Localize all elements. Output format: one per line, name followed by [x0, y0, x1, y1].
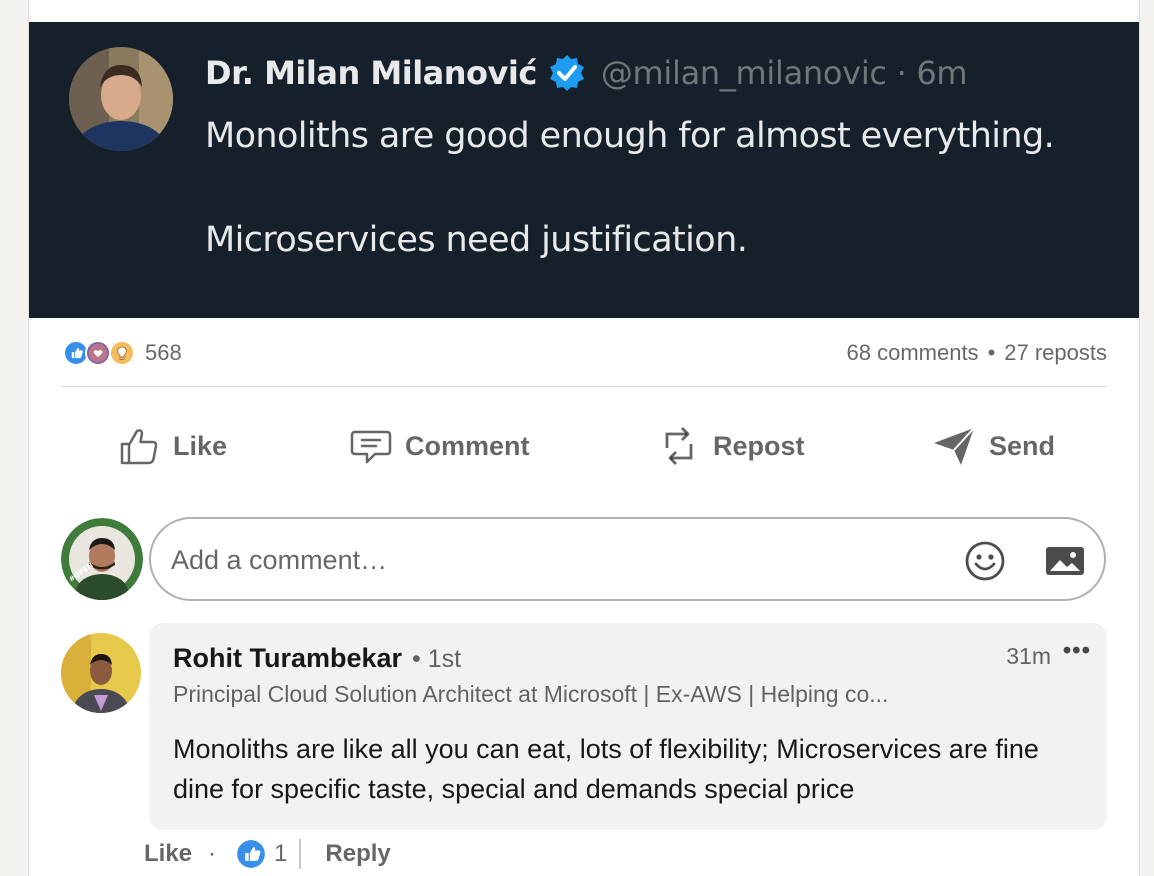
tweet-author-name: Dr. Milan Milanović	[205, 54, 537, 92]
post-card: Dr. Milan Milanović @milan_milanovic · 6…	[28, 0, 1140, 876]
like-reaction-icon	[237, 840, 265, 868]
emoji-icon[interactable]	[963, 539, 1007, 583]
comment-actions: Like · 1 Reply	[144, 836, 391, 872]
tweet-author-avatar	[69, 47, 173, 151]
tweet-image[interactable]: Dr. Milan Milanović @milan_milanovic · 6…	[29, 22, 1139, 318]
connection-degree: • 1st	[412, 645, 462, 673]
divider	[299, 839, 302, 869]
comment-input[interactable]	[169, 537, 933, 583]
comment-like-button[interactable]: Like	[144, 840, 192, 868]
comment-like-count[interactable]: 1	[274, 840, 287, 868]
reactions-summary[interactable]: 568	[63, 338, 182, 368]
thumbs-up-icon	[120, 429, 158, 465]
comment-label: Comment	[405, 430, 530, 461]
tweet-handle-time: @milan_milanovic · 6m	[600, 54, 968, 92]
tweet-header: Dr. Milan Milanović @milan_milanovic · 6…	[205, 52, 968, 94]
commenter-headline: Principal Cloud Solution Architect at Mi…	[173, 681, 889, 707]
commenter-name[interactable]: Rohit Turambekar	[173, 643, 402, 674]
repost-icon	[665, 427, 693, 465]
send-button[interactable]: Send	[931, 418, 1055, 474]
comment-bubble-icon	[350, 430, 392, 464]
comment-repost-counts: 68 comments • 27 reposts	[847, 338, 1108, 368]
like-button[interactable]: Like	[117, 418, 227, 474]
separator-dot: •	[987, 340, 996, 365]
commenter-avatar[interactable]	[61, 633, 141, 713]
divider	[61, 386, 1107, 387]
reposts-count-link[interactable]: 27 reposts	[1004, 340, 1107, 366]
comment-button[interactable]: Comment	[349, 418, 530, 474]
insightful-reaction-icon	[109, 340, 135, 366]
comment-bubble: Rohit Turambekar • 1st 31m ••• Principal…	[149, 623, 1107, 830]
comment-time: 31m	[1006, 643, 1051, 669]
reaction-count: 568	[145, 340, 182, 365]
love-reaction-icon	[85, 340, 111, 366]
repost-button[interactable]: Repost	[657, 418, 805, 474]
comment-reply-button[interactable]: Reply	[325, 840, 390, 868]
comment-text: Monoliths are like all you can eat, lots…	[173, 734, 1039, 804]
comment-header: Rohit Turambekar • 1st	[173, 643, 461, 674]
verified-badge-icon	[549, 55, 584, 91]
send-label: Send	[989, 430, 1056, 461]
repost-label: Repost	[713, 430, 805, 461]
current-user-avatar[interactable]: #OPEN	[61, 518, 143, 600]
image-icon[interactable]	[1043, 539, 1087, 583]
tweet-text-line-2: Microservices need justification.	[205, 220, 748, 260]
tweet-text-line-1: Monoliths are good enough for almost eve…	[205, 116, 1055, 156]
send-paper-plane-icon	[934, 427, 975, 465]
comments-count-link[interactable]: 68 comments	[847, 340, 979, 366]
reaction-icons	[63, 338, 143, 368]
comment-more-options-icon[interactable]: •••	[1063, 637, 1091, 665]
separator-dot: ·	[208, 840, 217, 867]
like-label: Like	[173, 430, 228, 461]
comment-box	[149, 517, 1106, 601]
